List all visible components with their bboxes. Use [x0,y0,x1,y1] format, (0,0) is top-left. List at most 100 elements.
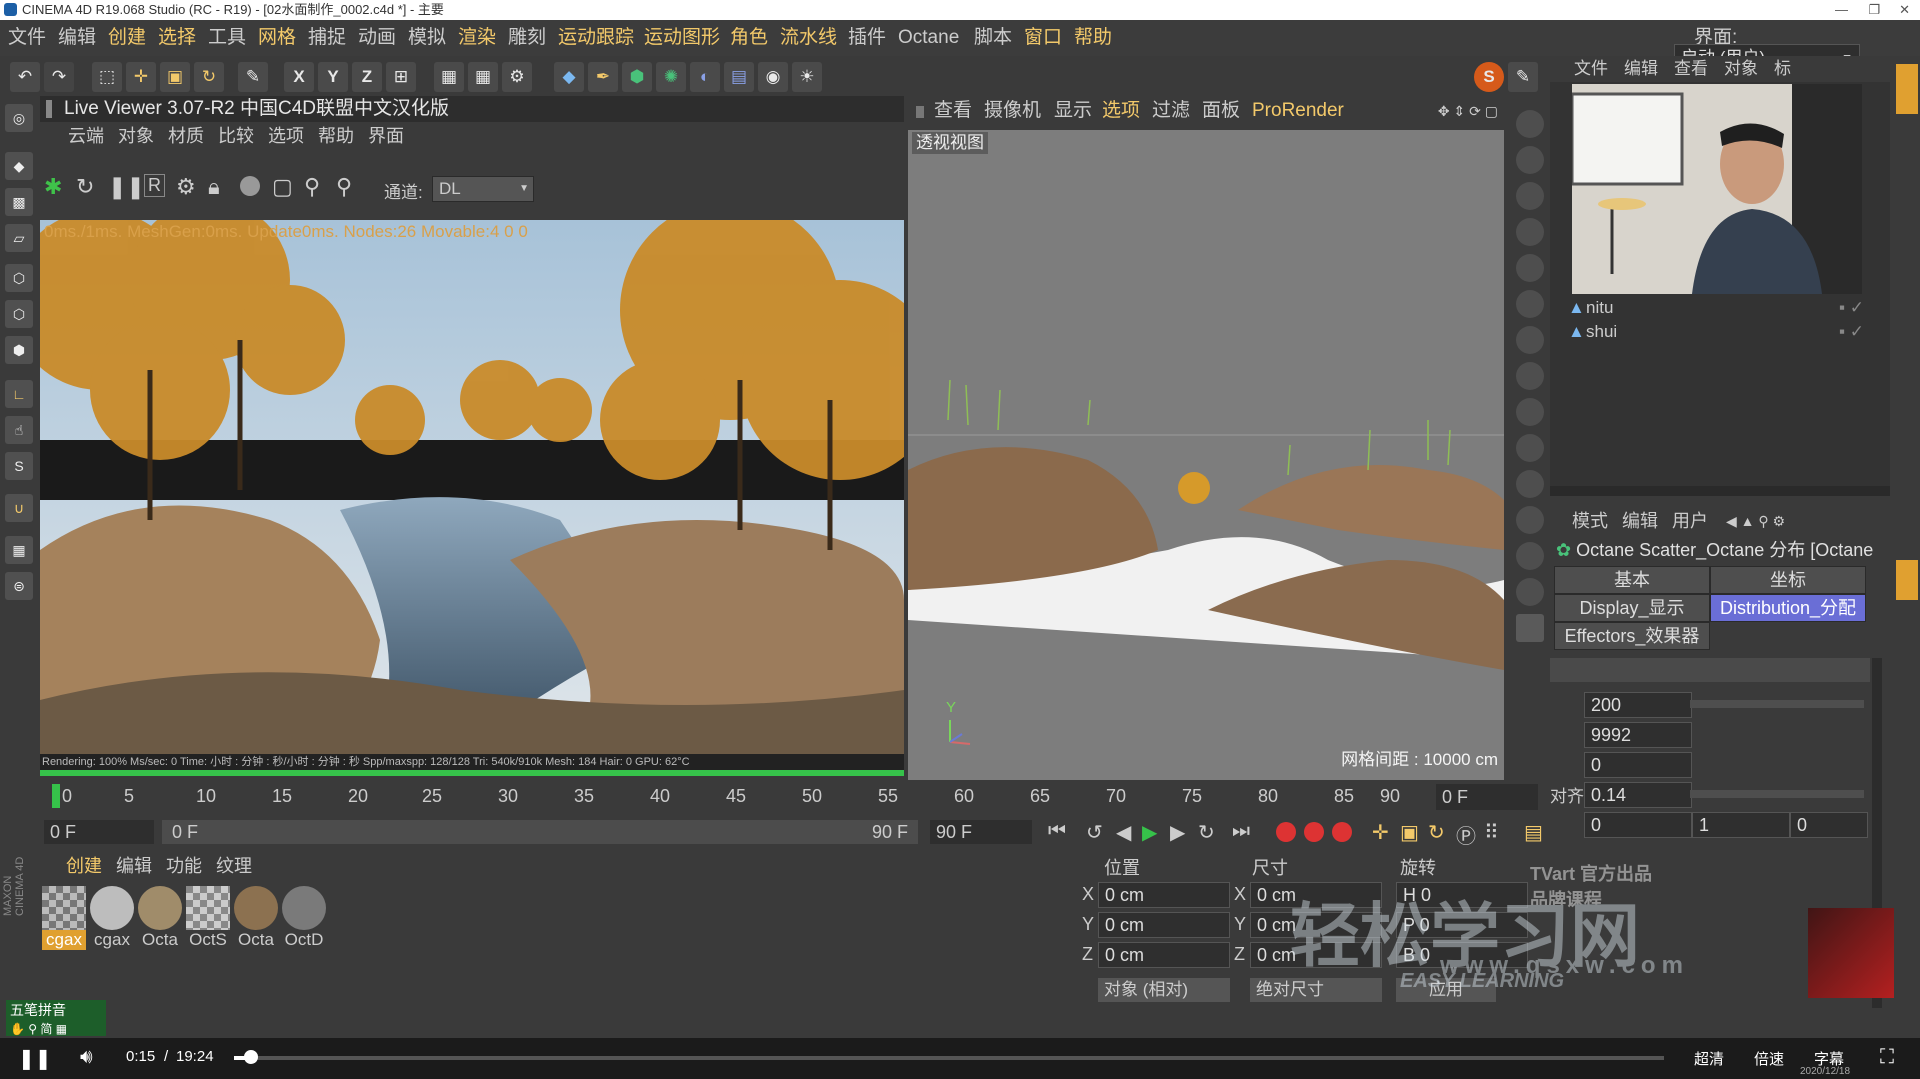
end-frame-field[interactable]: 90 F [930,820,1032,844]
material-swatch[interactable]: Octa [234,886,278,954]
key-parameter-icon[interactable]: Ⓟ [1456,820,1476,849]
pause-icon[interactable]: ❚❚ [18,1046,52,1071]
spline-tool-icon[interactable] [1516,254,1544,282]
edit-tool-icon[interactable] [1516,614,1544,642]
key-pla-icon[interactable]: ⠿ [1484,820,1499,845]
menu-help[interactable]: 帮助 [1074,20,1112,56]
pick-focus-icon[interactable]: ⚲ [304,174,320,200]
menu-pipeline[interactable]: 流水线 [780,20,837,56]
scale-icon[interactable]: ▣ [160,62,190,92]
rotate-icon[interactable]: ↻ [194,62,224,92]
attr-menu-user[interactable]: 用户 [1672,506,1708,536]
menu-create[interactable]: 创建 [108,20,146,56]
previous-frame-icon[interactable]: ◀ [1116,820,1131,845]
live-viewer-render[interactable]: 0ms./1ms. MeshGen:0ms. Update0ms. Nodes:… [40,220,904,754]
floor-icon[interactable]: ▤ [724,62,754,92]
mat-menu-edit[interactable]: 编辑 [116,852,152,880]
axis-mode-icon[interactable]: ∟ [5,380,33,408]
menu-sculpt[interactable]: 雕刻 [508,20,546,56]
nav-arrows-icon[interactable]: ◀ ▲ ⚲ ⚙ [1726,506,1785,536]
polygons-mode-icon[interactable]: ⬢ [5,336,33,364]
vp-menu-filter[interactable]: 过滤 [1152,96,1190,126]
tab-attributes[interactable] [1896,560,1918,600]
send-scene-icon[interactable]: ✱ [44,174,62,200]
vp-menu-prorender[interactable]: ProRender [1252,96,1344,126]
key-position-icon[interactable]: ✛ [1372,820,1389,845]
visibility-dots-icon[interactable]: ▪ ✓ [1839,296,1864,320]
spline-tool-icon[interactable] [1516,290,1544,318]
om-menu-tags[interactable]: 标 [1774,56,1791,82]
param-field[interactable]: 9992 [1584,722,1692,748]
position-z-field[interactable]: 0 cm [1098,942,1230,968]
menu-mesh[interactable]: 网格 [258,20,296,56]
menu-file[interactable]: 文件 [8,20,46,56]
texture-mode-icon[interactable]: ▩ [5,188,33,216]
cloner-icon[interactable]: ✺ [656,62,686,92]
mat-menu-create[interactable]: 创建 [66,852,102,880]
object-row[interactable]: ▲ nitu ▪ ✓ [1556,296,1884,320]
lv-menu-materials[interactable]: 材质 [168,122,204,150]
lv-menu-cloud[interactable]: 云端 [68,122,104,150]
tab-basic[interactable]: 基本 [1554,566,1710,594]
vp-menu-view[interactable]: 查看 [934,96,972,126]
coord-mode-select[interactable]: 对象 (相对) [1098,978,1230,1002]
vp-menu-cameras[interactable]: 摄像机 [984,96,1041,126]
menu-tools[interactable]: 工具 [208,20,246,56]
focus-icon[interactable]: ▢ [272,174,293,200]
param-field[interactable]: 0 [1584,752,1692,778]
lv-menu-options[interactable]: 选项 [268,122,304,150]
material-swatch[interactable]: OctD [282,886,326,954]
spline-tool-icon[interactable] [1516,362,1544,390]
lv-menu-help[interactable]: 帮助 [318,122,354,150]
recent-tools-icon[interactable]: ✎ [238,62,268,92]
deformer-icon[interactable]: ◐ [690,62,720,92]
seek-handle[interactable] [244,1050,258,1064]
tweak-mode-icon[interactable]: ☝ [5,416,33,444]
om-menu-edit[interactable]: 编辑 [1624,56,1658,82]
param-field[interactable]: 1 [1692,812,1790,838]
model-mode-icon[interactable]: ◆ [5,152,33,180]
position-y-field[interactable]: 0 cm [1098,912,1230,938]
move-icon[interactable]: ✛ [126,62,156,92]
pen-spline-icon[interactable]: ✒ [588,62,618,92]
x-axis-lock-icon[interactable]: X [284,62,314,92]
om-menu-objects[interactable]: 对象 [1724,56,1758,82]
pick-material-icon[interactable]: ⚲ [336,174,352,200]
keyframe-selection-icon[interactable] [1332,822,1352,842]
mat-menu-texture[interactable]: 纹理 [216,852,252,880]
grid-icon[interactable]: ▦ [5,536,33,564]
light-icon[interactable]: ☀ [792,62,822,92]
spline-tool-icon[interactable] [1516,326,1544,354]
om-menu-view[interactable]: 查看 [1674,56,1708,82]
ime-indicator[interactable]: 五笔拼音 ✋ ⚲ 简 ▦ [6,1000,106,1036]
go-to-start-icon[interactable]: ⏮ [1048,820,1066,843]
snap-s-icon[interactable]: S [1474,62,1504,92]
redo-icon[interactable]: ↷ [44,62,74,92]
previous-key-icon[interactable]: ↺ [1086,820,1103,845]
region-render-icon[interactable]: R [144,174,165,197]
edges-mode-icon[interactable]: ⬡ [5,300,33,328]
lock-render-icon[interactable]: 🔒︎ [208,174,220,200]
pause-icon[interactable]: ❚❚ [108,174,145,200]
spline-tool-icon[interactable] [1516,506,1544,534]
tab-effectors[interactable]: Effectors_效果器 [1554,622,1710,650]
object-row[interactable]: ▲ shui ▪ ✓ [1556,320,1884,344]
record-icon[interactable] [1276,822,1296,842]
seek-bar[interactable] [234,1056,1664,1060]
param-slider[interactable] [1690,700,1864,708]
spline-tool-icon[interactable] [1516,578,1544,606]
horizontal-scrollbar[interactable] [1550,486,1890,496]
frame-range-slider[interactable]: 0 F 90 F [162,820,918,844]
magnet-icon[interactable]: ∪ [5,494,33,522]
material-swatch[interactable]: OctS [186,886,230,954]
spline-tool-icon[interactable] [1516,146,1544,174]
channel-select[interactable]: DL ▼ [432,176,534,202]
go-to-end-icon[interactable]: ⏭ [1232,820,1250,843]
param-field[interactable]: 0 [1790,812,1868,838]
lv-menu-objects[interactable]: 对象 [118,122,154,150]
points-mode-icon[interactable]: ⬡ [5,264,33,292]
y-axis-lock-icon[interactable]: Y [318,62,348,92]
material-swatch[interactable]: cgax [90,886,134,954]
subdivision-icon[interactable]: ⬢ [622,62,652,92]
tab-objects[interactable] [1896,64,1918,114]
